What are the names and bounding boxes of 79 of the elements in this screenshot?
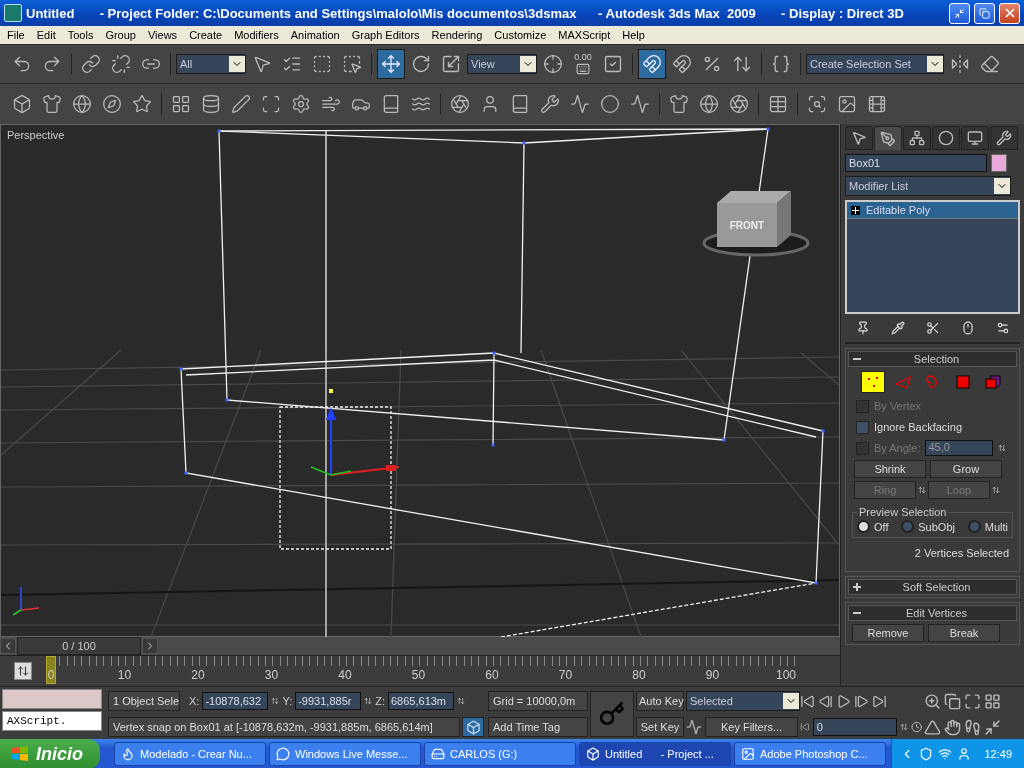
modifier-label: Editable Poly (866, 204, 931, 216)
menu-item[interactable]: Tools (61, 29, 100, 41)
current-frame-field[interactable]: 0 (812, 718, 897, 736)
track-bar[interactable]: 0 10 20 30 40 50 60 70 80 90 100 (46, 656, 796, 686)
frame-number: 60 (485, 668, 499, 683)
z-coordinate-field[interactable]: 6865,613m (388, 692, 454, 710)
frame-number: 30 (264, 668, 279, 683)
key-filters-button[interactable]: Key Filters... (705, 717, 798, 737)
menu-item[interactable]: Customize (488, 29, 553, 41)
viewport-label[interactable]: Perspective (7, 129, 65, 141)
panel-button[interactable]: Grow (930, 460, 1002, 478)
perspective-viewport[interactable]: FRONT Perspective (0, 124, 840, 638)
window-title: Untitled - Project Folder: C:\Documents and Settings\malolo\Mis documentos\3dsmax - Autodesk 3ds Max 2009 - Display : Direct 3D (26, 5, 905, 21)
menu-item[interactable]: Group (99, 29, 142, 41)
frame-number: 100 (776, 668, 796, 683)
frame-number: 20 (191, 668, 205, 683)
selection-set-dropdown[interactable]: Create Selection Set (806, 54, 944, 74)
menu-item[interactable]: Animation (284, 29, 346, 41)
frame-number: 40 (338, 668, 352, 683)
auto-key-button[interactable]: Auto Key (636, 691, 684, 711)
radio-label: Off (874, 520, 889, 533)
coordinate-label: Y: (282, 695, 293, 707)
radio-label: Multi (984, 520, 1008, 533)
x-coordinate-field[interactable]: -10878,632 (202, 692, 269, 710)
selection-status-text: 2 Vertices Selected (913, 546, 1010, 561)
modifier-list-dropdown[interactable]: Modifier List (845, 176, 1011, 196)
taskbar-button[interactable]: Adobe Photoshop C... (734, 742, 886, 766)
coordinate-label: X: (189, 695, 200, 707)
group-title: Preview Selection (858, 506, 948, 518)
viewcube-face-label: FRONT (729, 220, 765, 231)
object-name-field[interactable]: Box01 (845, 154, 987, 172)
clock: 12:49 (984, 748, 1012, 760)
menu-item[interactable]: Rendering (425, 29, 489, 41)
menu-item[interactable]: Edit (30, 29, 62, 41)
menu-item[interactable]: File (1, 29, 31, 41)
checkbox-label: Ignore Backfacing (874, 421, 963, 433)
menu-item[interactable]: Graph Editors (345, 29, 426, 41)
frame-number: 50 (411, 668, 426, 683)
rollout-header[interactable]: Soft Selection (848, 579, 1017, 595)
rollout-title: Soft Selection (901, 581, 972, 593)
selection-info-field: 1 Object Sele (108, 691, 180, 711)
checkbox-label: By Vertex (874, 400, 922, 412)
menu-item[interactable]: Help (616, 29, 651, 41)
menu-item[interactable]: Views (141, 29, 184, 41)
coordinate-label: Z: (375, 695, 385, 707)
taskbar-button[interactable]: CARLOS (G:) (424, 742, 576, 766)
taskbar-button[interactable]: Modelado - Crear Nu... (114, 742, 266, 766)
taskbar-button[interactable]: Untitled - Project ... (579, 742, 731, 766)
time-slider-thumb[interactable]: 0 / 100 (17, 637, 141, 656)
time-slider[interactable]: 0 / 100 (0, 637, 840, 656)
taskbar-button[interactable]: Windows Live Messe... (269, 742, 421, 766)
time-tag-field[interactable]: Add Time Tag (488, 717, 588, 737)
maxscript-output-field[interactable]: AXScript. (2, 711, 102, 731)
modifier-stack-item[interactable]: Editable Poly (847, 202, 1018, 219)
y-coordinate-field[interactable]: -9931,885r (295, 692, 362, 710)
radio-label: SubObj (918, 520, 955, 533)
menu-item[interactable]: Create (183, 29, 229, 41)
checkbox-label: By Angle: (874, 442, 921, 454)
frame-number: 10 (117, 668, 132, 683)
value-label: 0.00 (574, 52, 592, 62)
rollout-title: Selection (912, 353, 961, 365)
set-key-mode-button[interactable]: Set Key (636, 717, 684, 737)
frame-number: 90 (705, 668, 720, 683)
menu-item[interactable]: MAXScript (552, 29, 617, 41)
frame-number: 70 (558, 668, 573, 683)
reference-coordinate-dropdown[interactable]: View (467, 54, 537, 74)
key-mode-dropdown[interactable]: Selected (686, 691, 800, 711)
rollout-header[interactable]: Selection (848, 351, 1017, 367)
rollout-header[interactable]: Edit Vertices (848, 605, 1017, 621)
menu-item[interactable]: Modifiers (228, 29, 285, 41)
grid-size-field: Grid = 10000,0m (488, 691, 588, 711)
frame-number: 80 (632, 668, 646, 683)
rollout-title: Edit Vertices (904, 607, 969, 619)
keyboard-shortcut-button[interactable]: 0.00 (569, 49, 597, 79)
panel-button[interactable]: Shrink (854, 460, 926, 478)
panel-button[interactable]: Break (928, 624, 1000, 642)
frame-number: 0 (47, 668, 55, 683)
panel-button[interactable]: Remove (852, 624, 924, 642)
selection-filter-dropdown[interactable]: All (176, 54, 246, 74)
